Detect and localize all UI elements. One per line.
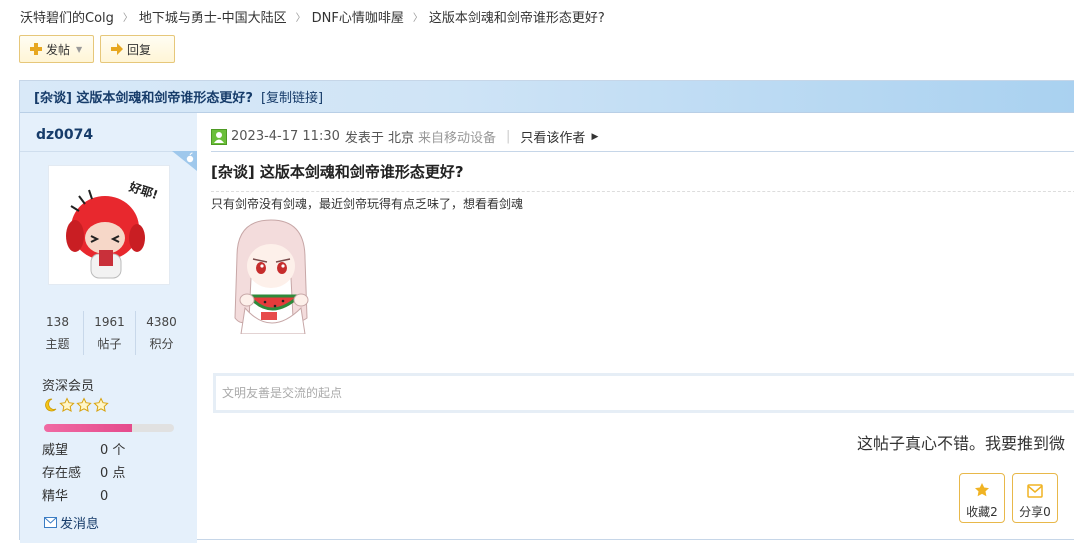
apple-icon [172, 151, 197, 171]
share-label: 分享0 [1019, 505, 1051, 519]
post-title: [杂谈] 这版本剑魂和剑帝谁形态更好? [211, 163, 464, 181]
thread-header: [杂谈] 这版本剑魂和剑帝谁形态更好? [复制链接] [20, 81, 1074, 113]
post-date: 2023-4-17 11:30 [231, 129, 340, 144]
info-key: 威望 [42, 443, 69, 458]
author-stats: 138 主题 1961 帖子 4380 积分 [32, 311, 187, 355]
post-location: 发表于 北京 [344, 131, 415, 146]
level-progress-bar [44, 424, 174, 432]
stat-value: 4380 [146, 315, 177, 329]
toolbar: 发帖 ▼ 回复 [19, 35, 175, 63]
info-value: 0 点 [100, 466, 126, 481]
chevron-right-icon: 〉 [295, 12, 306, 24]
envelope-icon [1027, 484, 1043, 498]
author-sidebar: dz0074 好耶! 138 主题 1961 帖子 4380 积分 资深会员 威… [20, 113, 197, 543]
post-device: 来自移动设备 [418, 131, 497, 146]
author-info: 威望 0 个 存在感 0 点 精华 0 [42, 439, 125, 508]
chevron-right-icon: 〉 [412, 12, 423, 24]
info-row-digest: 精华 0 [42, 485, 125, 508]
reply-label: 回复 [127, 42, 152, 57]
stat-label: 帖子 [97, 337, 122, 351]
divider [20, 151, 197, 152]
level-progress-fill [44, 424, 133, 432]
triangle-right-icon: ▶ [591, 131, 599, 142]
stat-value: 1961 [94, 315, 125, 329]
post-content: 只有剑帝没有剑魂，最近剑帝玩得有点乏味了，想看看剑魂 [211, 197, 524, 211]
star-icon [975, 483, 989, 497]
copy-link-button[interactable]: [复制链接] [261, 87, 323, 106]
info-key: 精华 [42, 489, 69, 504]
new-post-button[interactable]: 发帖 ▼ [19, 35, 94, 63]
share-button[interactable]: 分享0 [1012, 473, 1058, 523]
thread-panel: [杂谈] 这版本剑魂和剑帝谁形态更好? [复制链接] dz0074 好耶! 13… [19, 80, 1074, 543]
breadcrumb-board[interactable]: DNF心情咖啡屋 [312, 7, 404, 26]
recommend-text: 这帖子真心不错。我要推到微 [857, 434, 1066, 453]
send-message-link[interactable]: 发消息 [44, 513, 99, 532]
plus-icon [30, 43, 42, 55]
info-key: 存在感 [42, 466, 82, 481]
online-status-icon [211, 128, 227, 145]
stat-value: 138 [46, 315, 69, 329]
post-meta: 2023-4-17 11:30 发表于 北京 来自移动设备 | 只看该作者 ▶ [211, 127, 598, 146]
sticker-image [234, 219, 309, 334]
info-value: 0 [100, 489, 109, 504]
favorite-label: 收藏2 [966, 505, 998, 519]
breadcrumb-home[interactable]: 沃特碧们的Colg [20, 7, 114, 26]
chevron-right-icon: 〉 [122, 12, 133, 24]
info-row-prestige: 威望 0 个 [42, 439, 125, 462]
thread-title: [杂谈] 这版本剑魂和剑帝谁形态更好? [34, 91, 253, 106]
quick-reply-input[interactable] [222, 386, 1074, 400]
star-icon [59, 397, 75, 412]
only-author-link[interactable]: 只看该作者 [520, 127, 585, 146]
stat-points[interactable]: 4380 积分 [135, 311, 187, 355]
caret-down-icon[interactable]: ▼ [76, 45, 82, 54]
divider: | [506, 129, 511, 144]
divider [211, 191, 1074, 192]
post-body: 2023-4-17 11:30 发表于 北京 来自移动设备 | 只看该作者 ▶ … [197, 113, 1074, 543]
breadcrumb-forum[interactable]: 地下城与勇士-中国大陆区 [139, 7, 287, 26]
send-message-label: 发消息 [60, 517, 100, 532]
star-icon [93, 397, 109, 412]
rank-stars [42, 397, 109, 413]
moon-icon [45, 398, 57, 412]
arrow-right-icon [111, 43, 123, 55]
info-row-presence: 存在感 0 点 [42, 462, 125, 485]
info-value: 0 个 [100, 443, 126, 458]
star-icon [76, 397, 92, 412]
author-rank: 资深会员 [42, 379, 95, 394]
breadcrumb: 沃特碧们的Colg 〉 地下城与勇士-中国大陆区 〉 DNF心情咖啡屋 〉 这版… [20, 6, 605, 26]
mail-icon [44, 517, 57, 528]
favorite-button[interactable]: 收藏2 [959, 473, 1005, 523]
stat-posts[interactable]: 1961 帖子 [83, 311, 135, 355]
divider [211, 151, 1074, 152]
stat-threads[interactable]: 138 主题 [32, 311, 83, 355]
stat-label: 主题 [45, 337, 70, 351]
stat-label: 积分 [149, 337, 174, 351]
reply-button[interactable]: 回复 [100, 35, 175, 63]
avatar[interactable]: 好耶! [48, 165, 170, 285]
breadcrumb-current: 这版本剑魂和剑帝谁形态更好? [428, 10, 605, 26]
quick-reply-box[interactable] [213, 373, 1074, 413]
author-name[interactable]: dz0074 [36, 127, 93, 143]
new-post-label: 发帖 [46, 42, 71, 57]
